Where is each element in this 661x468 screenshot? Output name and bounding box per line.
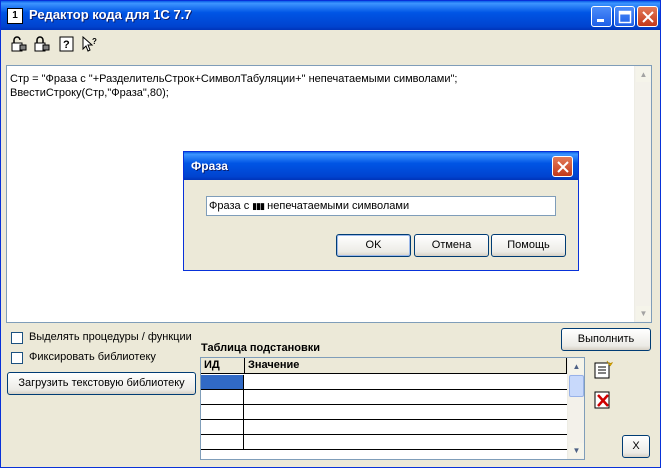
phrase-input[interactable]: Фраза с ▮▮▮ непечатаемыми символами bbox=[206, 196, 556, 216]
lock-icon bbox=[34, 36, 50, 52]
title-bar[interactable]: 1 Редактор кода для 1С 7.7 bbox=[1, 1, 660, 30]
minimize-icon bbox=[597, 19, 604, 22]
add-row-icon bbox=[594, 360, 614, 379]
help-dialog-button[interactable]: Помощь bbox=[491, 234, 566, 257]
close-icon bbox=[557, 161, 569, 173]
lock-button[interactable] bbox=[32, 34, 52, 54]
close-icon bbox=[642, 11, 654, 23]
ok-button[interactable]: OK bbox=[336, 234, 411, 257]
unlock-button[interactable] bbox=[9, 34, 29, 54]
substitution-table[interactable]: ИД Значение ▲ ▼ bbox=[200, 357, 585, 460]
checkbox-label: Фиксировать библиотеку bbox=[29, 351, 156, 363]
table-cell-id[interactable] bbox=[201, 390, 244, 404]
svg-text:?: ? bbox=[92, 37, 97, 46]
main-window: 1 Редактор кода для 1С 7.7 ? ? Стр = "Фр… bbox=[0, 0, 661, 468]
cancel-button[interactable]: Отмена bbox=[414, 234, 489, 257]
scroll-up-icon[interactable]: ▲ bbox=[636, 67, 651, 82]
dialog-close-button[interactable] bbox=[552, 156, 573, 177]
context-help-button[interactable]: ? bbox=[80, 34, 100, 54]
column-header-id[interactable]: ИД bbox=[201, 358, 245, 374]
dialog-title-bar[interactable]: Фраза bbox=[184, 152, 578, 180]
close-window-button[interactable] bbox=[637, 6, 658, 27]
phrase-dialog: Фраза Фраза с ▮▮▮ непечатаемыми символам… bbox=[183, 151, 579, 271]
app-icon: 1 bbox=[7, 8, 23, 24]
table-scrollbar[interactable]: ▲ ▼ bbox=[567, 358, 584, 459]
minimize-button[interactable] bbox=[591, 6, 612, 27]
delete-row-button[interactable] bbox=[593, 390, 613, 410]
scroll-thumb[interactable] bbox=[569, 375, 584, 397]
table-row[interactable] bbox=[201, 420, 567, 435]
scroll-down-icon[interactable]: ▼ bbox=[636, 306, 651, 321]
close-button[interactable]: X bbox=[622, 435, 650, 458]
svg-text:?: ? bbox=[63, 39, 70, 51]
checkbox-label: Выделять процедуры / функции bbox=[29, 331, 192, 343]
table-row[interactable] bbox=[201, 390, 567, 405]
editor-scrollbar[interactable]: ▲ ▼ bbox=[634, 66, 651, 322]
scroll-down-icon[interactable]: ▼ bbox=[569, 443, 584, 458]
table-cell-id[interactable] bbox=[201, 405, 244, 419]
run-button[interactable]: Выполнить bbox=[561, 328, 651, 351]
help-button[interactable]: ? bbox=[57, 34, 77, 54]
add-row-button[interactable] bbox=[593, 360, 614, 380]
table-row[interactable] bbox=[201, 405, 567, 420]
dialog-title: Фраза bbox=[191, 159, 228, 173]
code-line: Стр = "Фраза с "+РазделительСтрок+Символ… bbox=[10, 73, 458, 85]
table-row[interactable] bbox=[201, 375, 567, 390]
scroll-up-icon[interactable]: ▲ bbox=[569, 359, 584, 374]
delete-row-icon bbox=[594, 391, 610, 409]
checkbox-box[interactable] bbox=[11, 332, 23, 344]
table-cell-id[interactable] bbox=[201, 435, 244, 449]
unlock-icon bbox=[11, 36, 27, 52]
table-row[interactable] bbox=[201, 435, 567, 450]
maximize-icon bbox=[618, 10, 632, 24]
phrase-input-text: непечатаемыми символами bbox=[264, 200, 410, 212]
context-help-icon: ? bbox=[82, 36, 97, 52]
column-header-value[interactable]: Значение bbox=[245, 358, 567, 374]
load-library-button[interactable]: Загрузить текстовую библиотеку bbox=[7, 372, 196, 395]
nonprintable-chars: ▮▮▮ bbox=[252, 201, 265, 211]
window-title: Редактор кода для 1С 7.7 bbox=[29, 7, 192, 22]
table-title: Таблица подстановки bbox=[201, 342, 320, 354]
table-cell-id[interactable] bbox=[201, 375, 244, 389]
help-icon: ? bbox=[59, 36, 74, 52]
checkbox-box[interactable] bbox=[11, 352, 23, 364]
phrase-input-text: Фраза с bbox=[209, 200, 253, 212]
code-line: ВвестиСтроку(Стр,"Фраза",80); bbox=[10, 87, 169, 99]
table-cell-id[interactable] bbox=[201, 420, 244, 434]
maximize-button[interactable] bbox=[614, 6, 635, 27]
